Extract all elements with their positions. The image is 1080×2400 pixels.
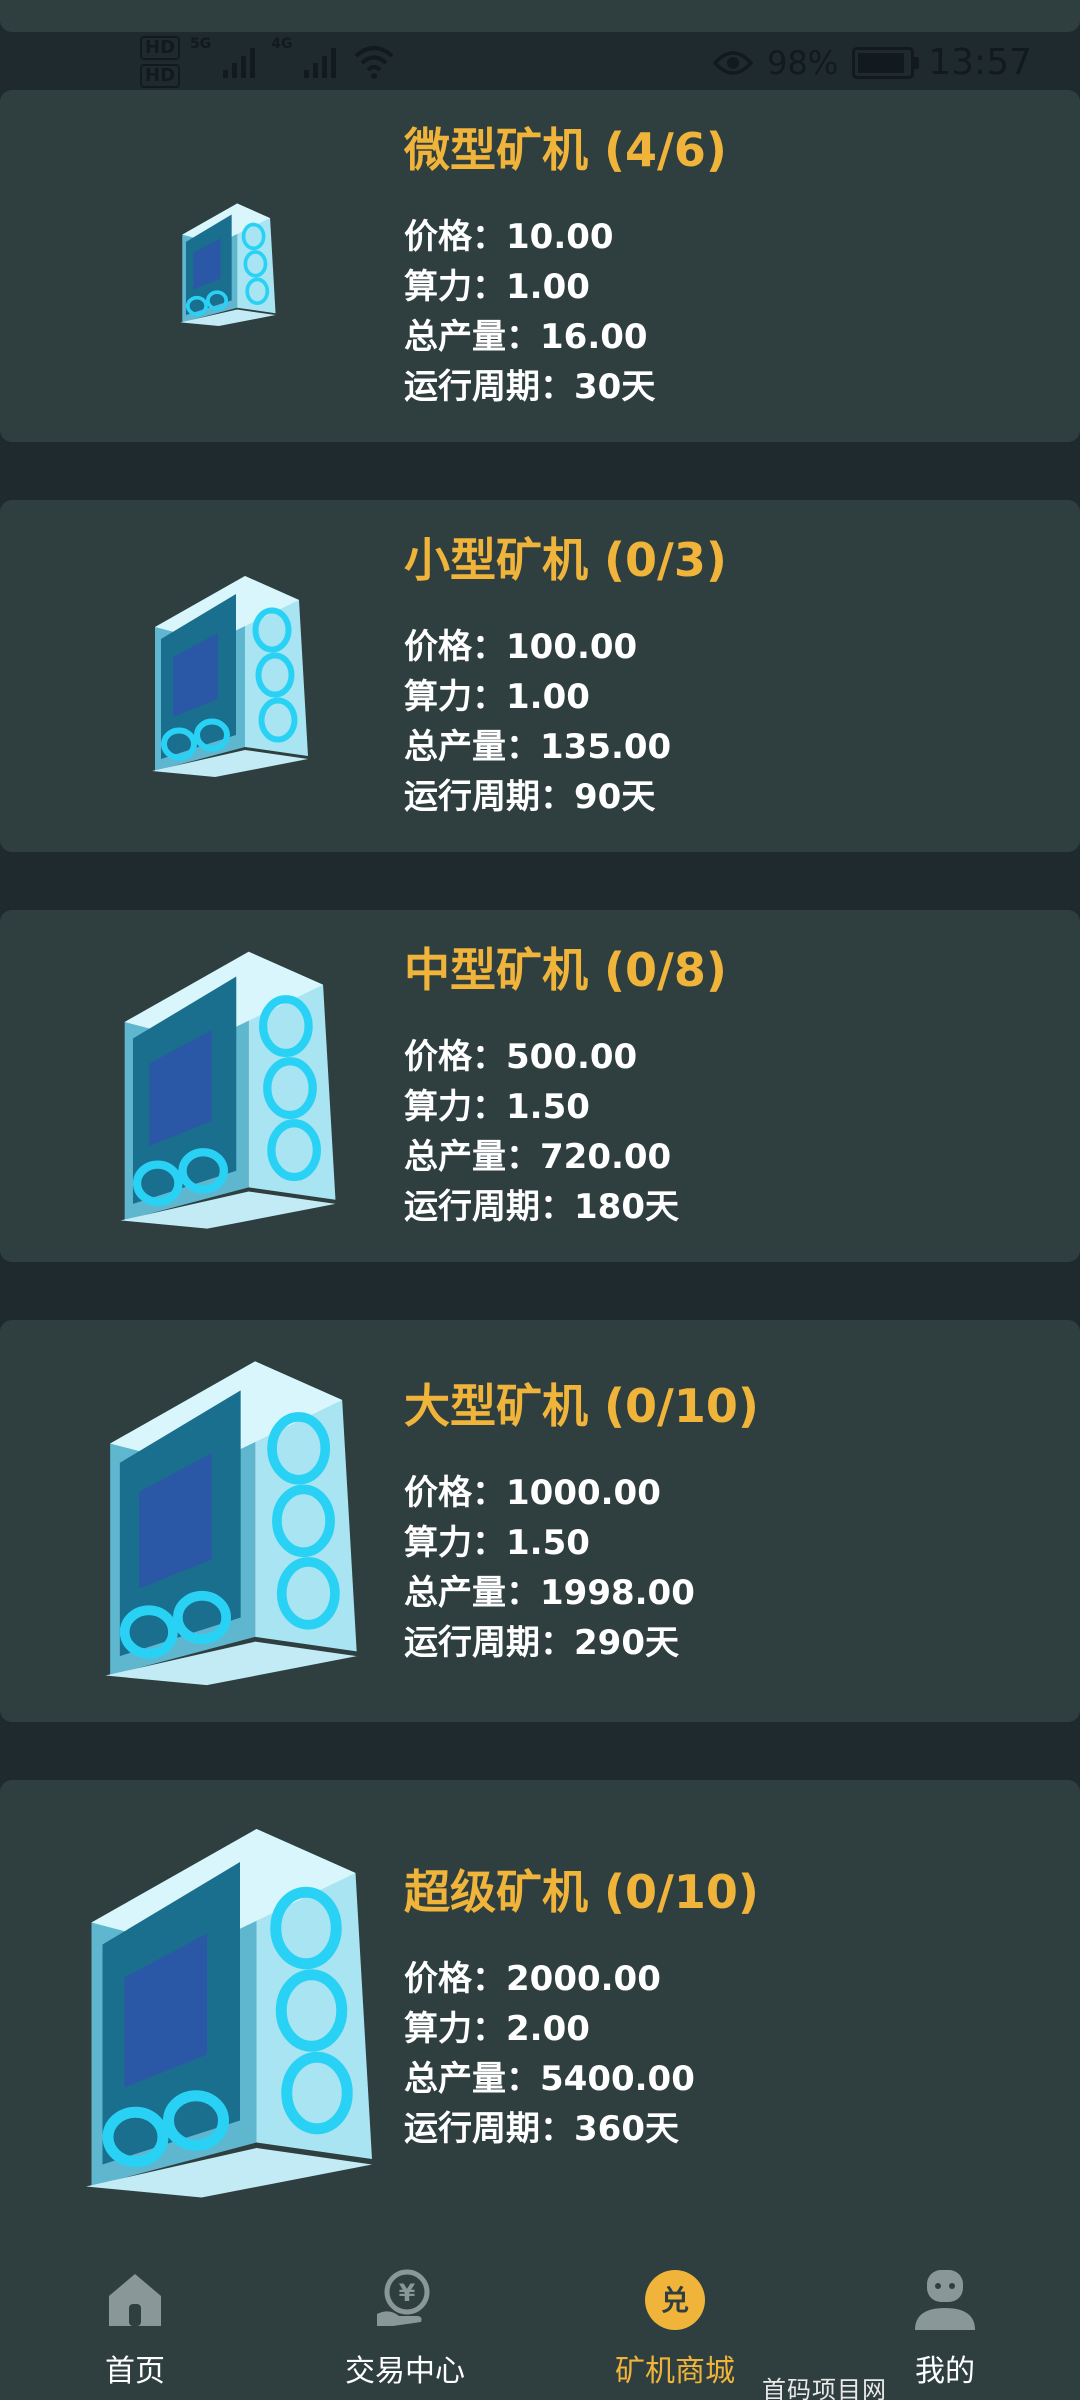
battery-icon	[852, 46, 920, 79]
nav-trade[interactable]: ¥ 交易中心	[270, 2236, 540, 2400]
mining-rig-image	[140, 566, 320, 778]
machine-info: 超级矿机 (0/10) 价格：2000.00 算力：2.00 总产量：5400.…	[404, 1864, 759, 2154]
machine-title: 中型矿机 (0/8)	[404, 943, 727, 997]
machine-total-output: 总产量：1998.00	[404, 1573, 695, 1613]
machine-price: 价格：10.00	[404, 217, 614, 257]
machine-card-micro[interactable]: 微型矿机 (4/6) 价格：10.00 算力：1.00 总产量：16.00 运行…	[0, 90, 1080, 442]
signal-icon	[223, 48, 256, 78]
network-type: 4G	[271, 36, 293, 52]
machine-info: 小型矿机 (0/3) 价格：100.00 算力：1.00 总产量：135.00 …	[404, 532, 727, 822]
user-profile-icon	[915, 2270, 975, 2330]
machine-title: 超级矿机 (0/10)	[404, 1865, 759, 1919]
machine-card-large[interactable]: 大型矿机 (0/10) 价格：1000.00 算力：1.50 总产量：1998.…	[0, 1320, 1080, 1722]
battery-percent: 98%	[767, 43, 839, 82]
machine-total-output: 总产量：5400.00	[404, 2059, 695, 2099]
wifi-icon	[355, 46, 394, 79]
eye-icon	[713, 50, 754, 75]
nav-home-label: 首页	[105, 2354, 165, 2389]
status-bar: HD HD 5G 4G 98% 13:57	[0, 28, 1080, 102]
machine-price: 价格：500.00	[404, 1037, 638, 1077]
mining-rig-image	[104, 938, 352, 1230]
machine-title: 微型矿机 (4/6)	[404, 123, 727, 177]
exchange-badge-icon: 兑	[645, 2270, 705, 2330]
page: HD HD 5G 4G 98% 13:57 微型矿机 (4/6) 价格：10.0…	[0, 0, 1080, 2400]
machine-total-output: 总产量：135.00	[404, 727, 672, 767]
machine-card-medium[interactable]: 中型矿机 (0/8) 价格：500.00 算力：1.50 总产量：720.00 …	[0, 910, 1080, 1262]
machine-run-period: 运行周期：360天	[404, 2109, 679, 2149]
machine-title: 小型矿机 (0/3)	[404, 533, 727, 587]
network-type: 5G	[190, 36, 212, 52]
nav-home[interactable]: 首页	[0, 2236, 270, 2400]
machine-total-output: 总产量：16.00	[404, 317, 648, 357]
home-icon	[109, 2274, 161, 2326]
mining-rig-image	[86, 1346, 376, 1686]
hd-badges: HD HD	[140, 36, 181, 88]
machine-hashrate: 算力：1.50	[404, 1523, 590, 1563]
status-system: 98% 13:57	[713, 42, 1032, 83]
machine-total-output: 总产量：720.00	[404, 1137, 672, 1177]
hd-badge: HD	[140, 36, 181, 60]
machine-run-period: 运行周期：180天	[404, 1187, 679, 1227]
machine-price: 价格：100.00	[404, 627, 638, 667]
machine-price: 价格：2000.00	[404, 1959, 661, 1999]
watermark: 首码项目网 www.E318.com	[762, 2376, 887, 2400]
machine-title: 大型矿机 (0/10)	[404, 1379, 759, 1433]
trade-currency-glyph: ¥	[399, 2279, 416, 2307]
hd-badge: HD	[140, 64, 181, 88]
machine-hashrate: 算力：1.50	[404, 1087, 590, 1127]
machine-price: 价格：1000.00	[404, 1473, 661, 1513]
machine-info: 中型矿机 (0/8) 价格：500.00 算力：1.50 总产量：720.00 …	[404, 942, 727, 1232]
machine-hashrate: 算力：1.00	[404, 677, 590, 717]
machine-run-period: 运行周期：290天	[404, 1623, 679, 1663]
machine-hashrate: 算力：1.00	[404, 267, 590, 307]
machine-hashrate: 算力：2.00	[404, 2009, 590, 2049]
shop-badge-glyph: 兑	[661, 2284, 689, 2317]
trade-currency-icon: ¥	[377, 2269, 430, 2326]
machine-card-small[interactable]: 小型矿机 (0/3) 价格：100.00 算力：1.00 总产量：135.00 …	[0, 500, 1080, 852]
mining-rig-image	[64, 1810, 394, 2200]
machine-info: 大型矿机 (0/10) 价格：1000.00 算力：1.50 总产量：1998.…	[404, 1378, 759, 1668]
clock: 13:57	[928, 42, 1032, 83]
signal-icon	[304, 48, 337, 78]
mining-rig-image	[178, 201, 278, 326]
machine-run-period: 运行周期：90天	[404, 777, 656, 817]
machine-info: 微型矿机 (4/6) 价格：10.00 算力：1.00 总产量：16.00 运行…	[404, 122, 727, 412]
status-network: HD HD 5G 4G	[140, 36, 396, 88]
machine-run-period: 运行周期：30天	[404, 367, 656, 407]
machine-card-super[interactable]: 超级矿机 (0/10) 价格：2000.00 算力：2.00 总产量：5400.…	[0, 1780, 1080, 2236]
nav-trade-label: 交易中心	[345, 2354, 465, 2389]
